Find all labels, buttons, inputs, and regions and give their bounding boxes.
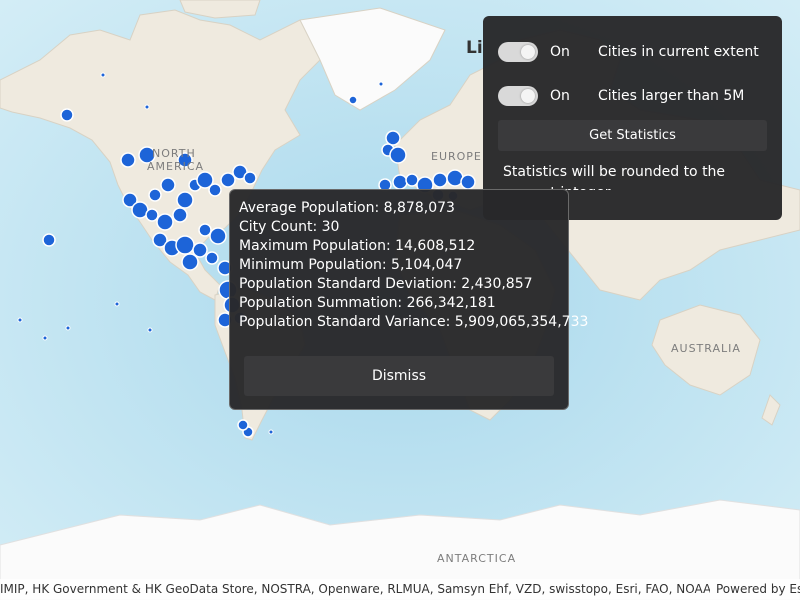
city-marker[interactable] xyxy=(148,188,162,202)
city-marker[interactable] xyxy=(145,208,159,222)
cities-5m-row: On Cities larger than 5M xyxy=(498,84,768,110)
cities-extent-label: Cities in current extent xyxy=(598,44,759,60)
cities-extent-toggle-state: On xyxy=(550,44,570,60)
city-marker[interactable] xyxy=(156,213,174,231)
label-partial-top: Li xyxy=(466,38,483,58)
stat-city-count: City Count: 30 xyxy=(239,219,340,235)
get-statistics-button[interactable]: Get Statistics xyxy=(498,120,767,151)
city-marker[interactable] xyxy=(175,235,195,255)
attribution-sources[interactable]: IMIP, HK Government & HK GeoData Store, … xyxy=(0,579,710,600)
city-marker[interactable] xyxy=(243,171,257,185)
powered-by-esri[interactable]: Powered by Esri xyxy=(716,579,800,600)
city-marker[interactable] xyxy=(385,130,401,146)
stat-summation: Population Summation: 266,342,181 xyxy=(239,295,496,311)
dismiss-button[interactable]: Dismiss xyxy=(244,356,554,396)
city-marker[interactable] xyxy=(172,207,188,223)
city-marker[interactable] xyxy=(432,172,448,188)
city-marker[interactable] xyxy=(209,227,227,245)
rounding-note: Statistics will be rounded to the neares… xyxy=(503,164,726,190)
city-marker[interactable] xyxy=(160,177,176,193)
attribution-bar: IMIP, HK Government & HK GeoData Store, … xyxy=(0,579,800,600)
city-marker[interactable] xyxy=(392,174,408,190)
stat-average-population: Average Population: 8,878,073 xyxy=(239,200,455,216)
label-north-america-2: AMERICA xyxy=(147,160,205,173)
cities-5m-label: Cities larger than 5M xyxy=(598,88,745,104)
city-marker[interactable] xyxy=(405,173,419,187)
city-marker[interactable] xyxy=(198,223,212,237)
city-marker[interactable] xyxy=(176,191,194,209)
label-australia: AUSTRALIA xyxy=(671,342,741,355)
city-marker[interactable] xyxy=(60,108,74,122)
label-north-america-1: NORTH xyxy=(152,147,196,160)
city-marker[interactable] xyxy=(205,251,219,265)
label-antarctica: ANTARCTICA xyxy=(437,552,517,565)
city-marker[interactable] xyxy=(120,152,136,168)
city-marker[interactable] xyxy=(42,233,56,247)
cities-5m-toggle-state: On xyxy=(550,88,570,104)
stat-minimum-population: Minimum Population: 5,104,047 xyxy=(239,257,463,273)
cities-5m-toggle[interactable] xyxy=(498,86,538,106)
stat-standard-deviation: Population Standard Deviation: 2,430,857 xyxy=(239,276,533,292)
statistics-popup: Average Population: 8,878,073 City Count… xyxy=(229,189,588,410)
city-marker[interactable] xyxy=(208,183,222,197)
city-marker[interactable] xyxy=(237,419,249,431)
toggle-knob xyxy=(521,45,535,59)
cities-extent-row: On Cities in current extent xyxy=(498,40,768,66)
label-europe: EUROPE xyxy=(431,150,482,163)
city-marker[interactable] xyxy=(460,174,476,190)
cities-extent-toggle[interactable] xyxy=(498,42,538,62)
stat-maximum-population: Maximum Population: 14,608,512 xyxy=(239,238,476,254)
city-marker[interactable] xyxy=(348,95,358,105)
city-marker[interactable] xyxy=(389,146,407,164)
stat-standard-variance: Population Standard Variance: 5,909,065,… xyxy=(239,314,589,330)
statistics-list: Average Population: 8,878,073 City Count… xyxy=(239,199,588,332)
toggle-knob xyxy=(521,89,535,103)
city-marker[interactable] xyxy=(181,253,199,271)
